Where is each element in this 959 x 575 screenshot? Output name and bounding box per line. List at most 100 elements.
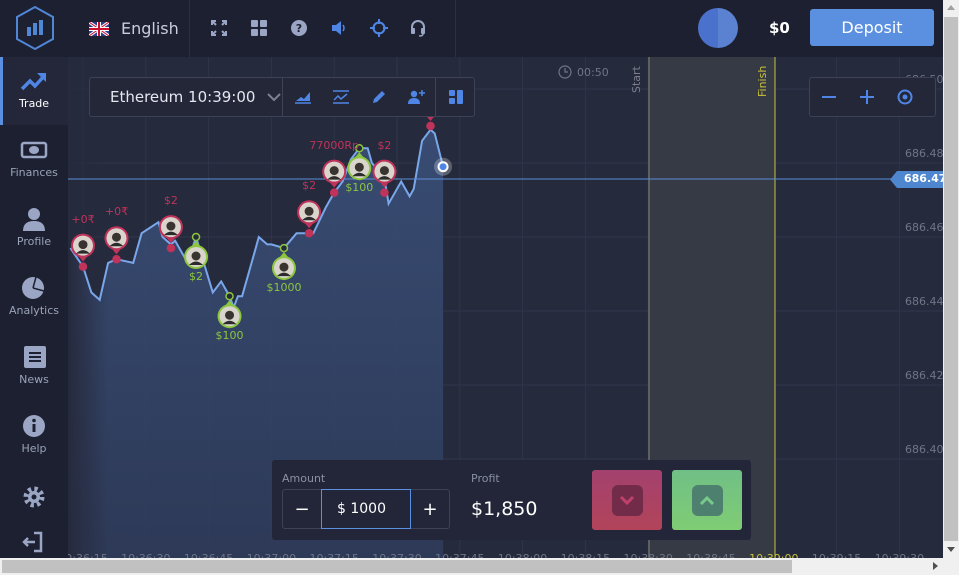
sidebar-item-finances[interactable]: Finances — [0, 126, 68, 194]
trade-point — [225, 291, 234, 301]
amount-input[interactable]: $ 1000 — [321, 489, 411, 529]
pie-chart-icon — [22, 276, 45, 299]
minus-icon — [822, 96, 836, 98]
avatar-face — [111, 232, 121, 242]
svg-text:?: ? — [296, 22, 302, 35]
chevron-down-icon — [267, 92, 282, 101]
avatar-face — [191, 251, 201, 261]
recenter-button[interactable] — [886, 78, 924, 116]
sidebar-item-profile[interactable]: Profile — [0, 195, 68, 263]
avatar-face — [78, 240, 88, 250]
area-chart-icon — [295, 92, 311, 104]
sell-down-button[interactable] — [592, 470, 662, 530]
current-point — [437, 161, 449, 173]
user-icon — [23, 208, 45, 231]
clock-icon — [558, 65, 572, 79]
sound-icon[interactable] — [331, 20, 347, 36]
amount-label: Amount — [282, 472, 326, 485]
sidebar-item-help[interactable]: Help — [0, 402, 68, 470]
vertical-scroll-thumb[interactable] — [944, 17, 958, 541]
trade-point — [112, 254, 121, 264]
horizontal-scrollbar[interactable] — [0, 558, 959, 575]
layout-button[interactable] — [437, 78, 475, 116]
avatar-face — [379, 166, 389, 176]
target-icon[interactable] — [370, 19, 388, 37]
trade-amount-label: $1000 — [266, 281, 302, 295]
logo-icon[interactable] — [14, 5, 56, 51]
trade-point — [380, 188, 389, 197]
buy-up-button[interactable] — [672, 470, 742, 530]
timer-value: 00:50 — [577, 65, 609, 79]
avatar-face — [354, 162, 364, 172]
trade-amount-label: $2 — [163, 194, 178, 208]
fullscreen-icon[interactable] — [211, 20, 227, 36]
avatar-face — [279, 262, 289, 272]
finish-label: Finish — [756, 65, 769, 97]
trade-panel: Amount − $ 1000 + Profit $1,850 — [272, 460, 751, 540]
profit-label: Profit — [471, 472, 500, 485]
language-label: English — [121, 19, 179, 38]
y-tick-label: 686.460 — [905, 221, 943, 234]
user-avatar[interactable] — [698, 8, 738, 48]
layout-icon — [449, 90, 463, 104]
uk-flag-icon — [89, 21, 109, 36]
trade-point — [426, 121, 435, 131]
info-icon — [23, 415, 45, 437]
decrease-amount-button[interactable]: − — [283, 490, 321, 528]
scroll-right-arrow[interactable] — [933, 562, 938, 570]
indicators-icon — [333, 90, 349, 104]
language-selector[interactable]: English — [89, 19, 179, 38]
headset-icon[interactable] — [410, 19, 426, 37]
trade-point — [304, 229, 314, 238]
trade-amount-label: $2 — [189, 270, 204, 283]
scroll-up-arrow[interactable] — [947, 5, 955, 10]
trade-amount-label: $100 — [215, 329, 244, 343]
profit-value: $1,850 — [471, 498, 538, 520]
social-trading-button[interactable] — [398, 78, 436, 116]
trade-point — [166, 243, 176, 253]
asset-name: Ethereum 10:39:00 — [110, 88, 256, 106]
asset-selector[interactable]: Ethereum 10:39:00 — [90, 78, 283, 116]
increase-amount-button[interactable]: + — [411, 490, 449, 528]
countdown-timer: 00:50 — [558, 65, 609, 79]
deposit-button[interactable]: Deposit — [810, 9, 934, 46]
plus-icon — [860, 90, 874, 104]
balance: $0 — [769, 19, 790, 37]
horizontal-scroll-thumb[interactable] — [2, 560, 792, 573]
trade-point — [329, 188, 339, 197]
trade-amount-label: $100 — [345, 181, 374, 195]
avatar-face — [304, 206, 314, 216]
avatar-face — [329, 166, 339, 176]
sidebar-item-analytics[interactable]: Analytics — [0, 264, 68, 332]
indicators-button[interactable] — [322, 78, 360, 116]
trade-amount-label: $2 — [302, 179, 317, 193]
help-icon[interactable]: ? — [291, 20, 307, 36]
logout-icon[interactable] — [22, 531, 44, 553]
y-tick-label: 686.440 — [905, 295, 943, 308]
trade-point — [191, 232, 201, 242]
sidebar-item-trade[interactable]: Trade — [0, 57, 68, 125]
chevron-down-icon — [620, 495, 634, 505]
scroll-down-arrow[interactable] — [947, 547, 955, 552]
zoom-out-button[interactable] — [810, 78, 848, 116]
sidebar: Trade Finances Profile Analytics News He… — [0, 57, 68, 558]
trade-amount-label: +0₹ — [104, 205, 129, 219]
trade-amount-label: +0₹ — [71, 212, 95, 226]
vertical-scrollbar[interactable] — [943, 0, 959, 558]
avatar-face — [225, 310, 235, 320]
target-icon — [897, 89, 913, 105]
sidebar-item-label: Finances — [10, 166, 58, 179]
gear-icon[interactable] — [22, 485, 46, 509]
chart-type-button[interactable] — [284, 78, 322, 116]
drawing-button[interactable] — [360, 78, 398, 116]
sidebar-item-news[interactable]: News — [0, 333, 68, 401]
sidebar-item-label: Profile — [16, 235, 52, 248]
top-bar: English ? $0 Deposit — [0, 0, 943, 57]
sidebar-item-label: News — [19, 373, 49, 386]
zoom-controls — [809, 77, 936, 117]
chevron-up-icon — [700, 495, 714, 505]
sidebar-item-label: Analytics — [9, 304, 59, 317]
grid-icon[interactable] — [251, 20, 267, 36]
start-label: Start — [630, 66, 643, 93]
zoom-in-button[interactable] — [848, 78, 886, 116]
